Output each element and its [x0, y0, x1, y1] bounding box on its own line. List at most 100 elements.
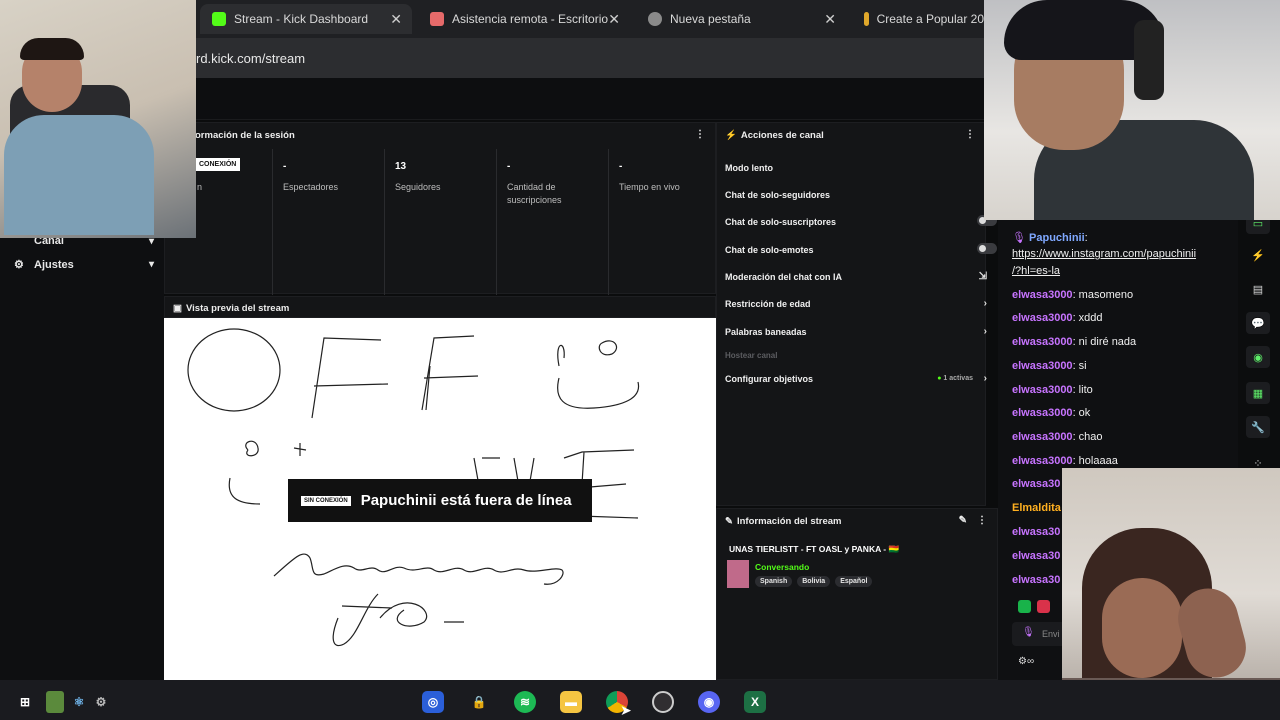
stat-value: -: [507, 161, 511, 172]
bolt-icon: ⚡: [725, 130, 737, 141]
atom-icon[interactable]: ⚛: [68, 691, 90, 713]
chevron-down-icon: ▾: [148, 259, 154, 270]
tab-kick-dashboard[interactable]: Stream - Kick Dashboard ✕: [200, 4, 412, 34]
person-shirt: [4, 115, 154, 235]
excel-icon[interactable]: X: [744, 691, 766, 713]
tab-create-popular[interactable]: Create a Popular 20: [852, 4, 984, 34]
panel-header: ormación de la sesión ⋮: [165, 123, 715, 147]
action-followers-only[interactable]: Chat de solo-seguidores: [725, 190, 987, 200]
settings-icon[interactable]: ⚙: [90, 691, 112, 713]
chat-text: : masomeno: [1072, 289, 1134, 301]
sidebar-item-ajustes[interactable]: ⚙ Ajustes ▾: [14, 258, 154, 272]
edit-icon[interactable]: ✎: [959, 515, 967, 526]
goals-active-count: ● 1 activas: [937, 375, 973, 382]
chevron-right-icon: ›: [983, 373, 987, 384]
more-options-icon[interactable]: ⋮: [965, 129, 975, 140]
chat-link[interactable]: https://www.instagram.com/papuchinii: [1012, 248, 1196, 260]
action-emotes-only[interactable]: Chat de solo-emotes: [725, 243, 997, 255]
external-link-icon: ⇲: [978, 271, 987, 282]
chat-text: :: [1084, 232, 1088, 244]
document-icon[interactable]: ▤: [1246, 278, 1270, 300]
chat-bubble-icon[interactable]: 💬: [1246, 312, 1270, 334]
stream-info-panel: ✎ Información del stream ✎ ⋮ UNAS TIERLIS…: [716, 508, 998, 680]
action-label: Chat de solo-emotes: [725, 245, 814, 255]
action-ai-moderation[interactable]: Moderación del chat con IA ⇲: [725, 271, 987, 282]
stat-viewers: - Espectadores: [273, 149, 385, 295]
chevron-right-icon: ›: [983, 298, 987, 309]
tab-remote-assistance[interactable]: Asistencia remota - Escritorio ✕: [418, 4, 630, 34]
session-info-panel: ormación de la sesión ⋮ CONEXIÓN n - Esp…: [164, 122, 716, 295]
chat-text: : chao: [1072, 431, 1103, 443]
minecraft-icon[interactable]: [46, 691, 64, 713]
flash-icon[interactable]: ⚡: [1246, 244, 1270, 266]
spotify-icon[interactable]: ≋: [514, 691, 536, 713]
tab-new-tab[interactable]: Nueva pestaña ✕: [636, 4, 846, 34]
chat-text: : holaaaa: [1072, 455, 1118, 467]
chat-username[interactable]: elwasa3000: [1012, 312, 1073, 324]
chat-username[interactable]: elwasa30: [1012, 526, 1060, 538]
category-thumbnail: [727, 560, 749, 588]
tag-chip: Spanish: [755, 576, 793, 587]
toggle-switch[interactable]: [977, 243, 997, 254]
discord-icon[interactable]: ◉: [698, 691, 720, 713]
lock-app-icon[interactable]: 🔒: [468, 691, 490, 713]
taskbar: [0, 680, 1280, 720]
mic-icon: 🎙: [1012, 232, 1026, 244]
stat-label: Espectadores: [283, 182, 339, 192]
chat-username[interactable]: elwasa3000: [1012, 384, 1073, 396]
chat-username[interactable]: elwasa3000: [1012, 407, 1073, 419]
action-label: Configurar objetivos: [725, 374, 814, 384]
webcam-overlay-right: [984, 0, 1280, 220]
gear-icon: ⚙: [14, 259, 24, 271]
action-label: Restricción de edad: [725, 299, 811, 309]
chat-username[interactable]: elwasa3000: [1012, 431, 1073, 443]
action-banned-words[interactable]: Palabras baneadas ›: [725, 326, 987, 337]
webcam-overlay-left: [0, 0, 196, 238]
address-bar[interactable]: rd.kick.com/stream: [196, 38, 984, 78]
action-age-restriction[interactable]: Restricción de edad ›: [725, 298, 987, 309]
chat-settings-icon[interactable]: ⚙∞: [1018, 656, 1034, 667]
close-icon[interactable]: ✕: [390, 11, 402, 28]
tab-title: Create a Popular 20: [876, 12, 984, 26]
layout-icon[interactable]: ▦: [1246, 382, 1270, 404]
wrench-icon[interactable]: 🔧: [1246, 416, 1270, 438]
person-head: [1102, 578, 1182, 678]
chat-username[interactable]: elwasa3000: [1012, 455, 1073, 467]
chat-message: elwasa3000: lito: [1012, 384, 1093, 396]
close-icon[interactable]: ✕: [608, 11, 620, 28]
stat-value: -: [283, 161, 287, 172]
emote-icon[interactable]: [1018, 600, 1031, 613]
chat-username[interactable]: elwasa3000: [1012, 360, 1073, 372]
chevron-right-icon: ›: [983, 326, 987, 337]
broadcast-icon[interactable]: ◉: [1246, 346, 1270, 368]
chat-username[interactable]: elwasa30: [1012, 550, 1060, 562]
stat-followers: 13 Seguidores: [385, 149, 497, 295]
url-text: rd.kick.com/stream: [196, 51, 306, 66]
chat-username[interactable]: elwasa3000: [1012, 336, 1073, 348]
tag-chip: Español: [835, 576, 873, 587]
chat-username[interactable]: Papuchinii: [1029, 232, 1085, 244]
kick-logo-icon: [212, 12, 226, 26]
chat-message: elwasa3000: holaaaa: [1012, 455, 1118, 467]
action-subscribers-only[interactable]: Chat de solo-suscriptores: [725, 215, 997, 227]
chat-username[interactable]: elwasa30: [1012, 478, 1060, 490]
app-icon[interactable]: ◎: [422, 691, 444, 713]
more-options-icon[interactable]: ⋮: [695, 129, 705, 140]
close-icon[interactable]: ✕: [824, 11, 836, 28]
obs-icon[interactable]: [652, 691, 674, 713]
chat-text: : ok: [1072, 407, 1091, 419]
folder-icon[interactable]: ▬: [560, 691, 582, 713]
chat-link[interactable]: /?hl=es-la: [1012, 265, 1060, 277]
emote-icon[interactable]: [1037, 600, 1050, 613]
chat-username[interactable]: Elmaldita: [1012, 502, 1061, 514]
windows-start-icon[interactable]: ⊞: [14, 691, 36, 713]
stream-category[interactable]: Conversando: [755, 562, 809, 572]
action-set-goals[interactable]: Configurar objetivos ● 1 activas ›: [725, 373, 987, 384]
panel-title: Información del stream: [736, 516, 842, 527]
action-slow-mode[interactable]: Modo lento: [725, 163, 987, 173]
pencil-icon: ✎: [725, 516, 733, 527]
chat-username[interactable]: elwasa30: [1012, 574, 1060, 586]
stream-title: UNAS TIERLISTT - FT OASL y PANKA - 🇧🇴: [729, 544, 900, 554]
more-options-icon[interactable]: ⋮: [977, 515, 987, 526]
chat-username[interactable]: elwasa3000: [1012, 289, 1073, 301]
